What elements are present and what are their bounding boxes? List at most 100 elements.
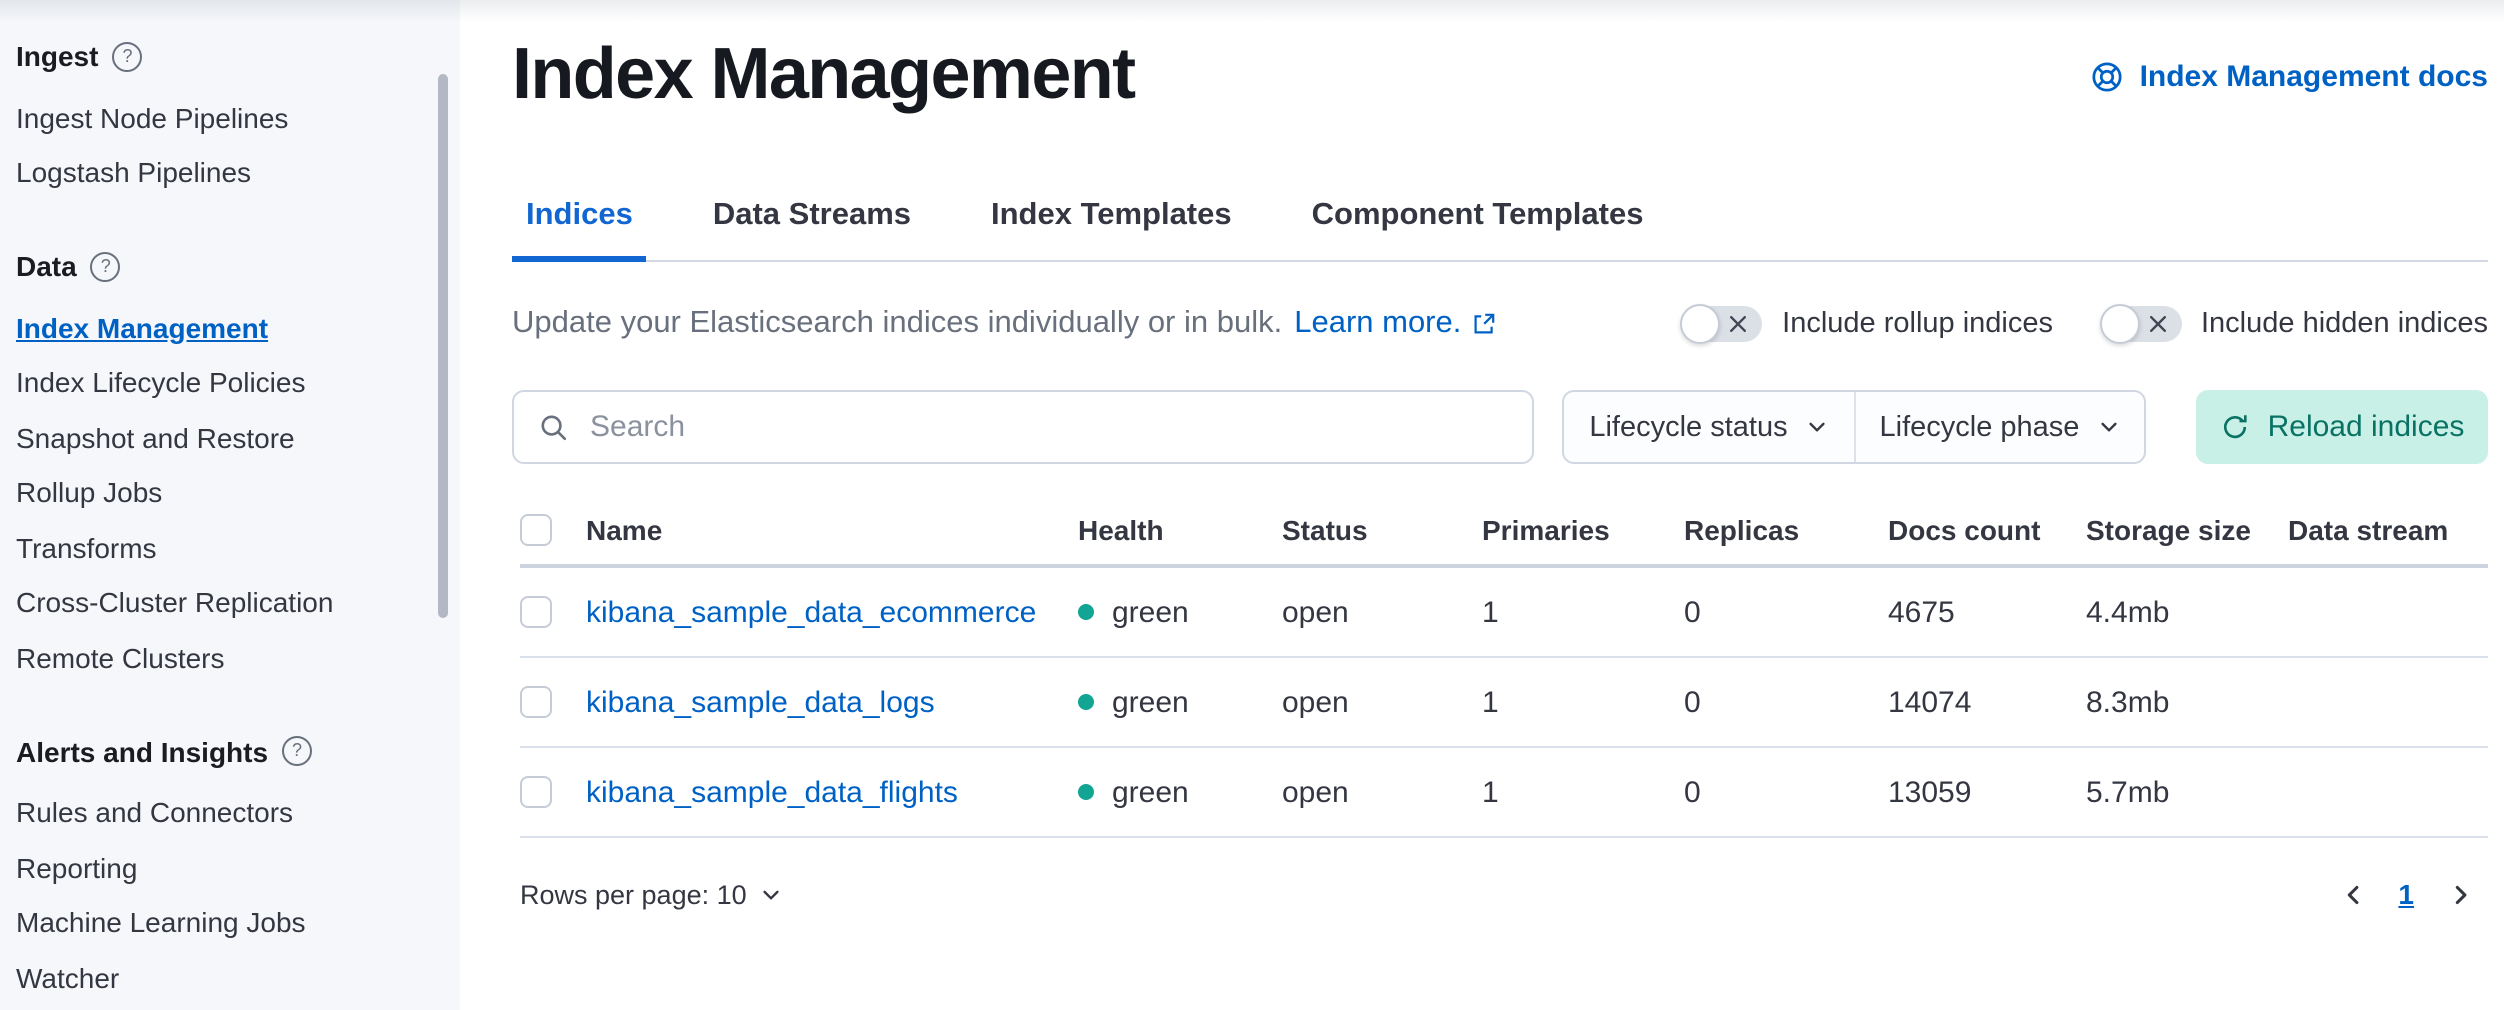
filter-label: Lifecycle phase [1880,411,2080,443]
tab-data-streams[interactable]: Data Streams [699,198,925,260]
refresh-icon [2220,412,2250,442]
external-link-icon [1471,312,1495,336]
page-number-1[interactable]: 1 [2398,878,2414,910]
index-name-link[interactable]: kibana_sample_data_logs [586,685,1078,719]
search-input[interactable] [514,392,1532,462]
sidebar-item-transforms[interactable]: Transforms [16,520,444,575]
row-checkbox[interactable] [520,776,552,808]
next-page-button[interactable] [2444,876,2476,912]
lifecycle-status-filter-button[interactable]: Lifecycle status [1564,392,1855,462]
switch-thumb [1680,304,1720,344]
learn-more-link[interactable]: Learn more. [1294,306,1495,342]
sidebar-item-watcher[interactable]: Watcher [16,950,444,1005]
health-cell: green [1078,685,1282,719]
sidebar-item-rules-and-connectors[interactable]: Rules and Connectors [16,785,444,840]
index-name-link[interactable]: kibana_sample_data_flights [586,775,1078,809]
help-icon [91,251,121,281]
sidebar-heading-ingest: Ingest [16,36,444,76]
description-row: Update your Elasticsearch indices indivi… [512,306,2488,342]
search-box [512,390,1534,464]
previous-page-button[interactable] [2336,876,2368,912]
controls-row: Lifecycle status Lifecycle phase [512,390,2488,464]
tab-component-templates[interactable]: Component Templates [1298,198,1658,260]
index-management-page: Ingest Ingest Node Pipelines Logstash Pi… [0,0,2504,1010]
status-cell: open [1282,685,1482,719]
hidden-indices-switch[interactable] [2101,306,2181,342]
docs-count-cell: 13059 [1888,775,2086,809]
storage-size-cell: 4.4mb [2086,595,2288,629]
sidebar-scrollbar[interactable] [438,74,448,618]
chevron-left-icon [2339,881,2365,907]
column-header-replicas: Replicas [1684,514,1888,546]
column-header-data-stream: Data stream [2288,514,2488,546]
chevron-down-icon [761,883,783,905]
sidebar-item-remote-clusters[interactable]: Remote Clusters [16,630,444,685]
health-label: green [1112,595,1189,629]
rollup-indices-switch[interactable] [1682,306,1762,342]
toggle-label: Include rollup indices [1782,308,2053,340]
status-cell: open [1282,775,1482,809]
health-cell: green [1078,775,1282,809]
sidebar-section-ingest: Ingest Ingest Node Pipelines Logstash Pi… [16,36,444,200]
tab-index-templates[interactable]: Index Templates [977,198,1246,260]
lifecycle-phase-filter-button[interactable]: Lifecycle phase [1855,392,2144,462]
sidebar-item-snapshot-and-restore[interactable]: Snapshot and Restore [16,410,444,465]
docs-link[interactable]: Index Management docs [2090,60,2488,94]
sidebar-item-machine-learning-jobs[interactable]: Machine Learning Jobs [16,895,444,950]
sidebar-heading-data: Data [16,246,444,286]
select-all-checkbox[interactable] [520,514,552,546]
table-footer: Rows per page: 10 1 [520,876,2488,912]
column-header-health: Health [1078,514,1282,546]
sidebar: Ingest Ingest Node Pipelines Logstash Pi… [0,0,460,1010]
help-lifering-icon [2090,60,2124,94]
table-header-row: Name Health Status Primaries Replicas Do… [520,496,2488,568]
sidebar-item-index-lifecycle-policies[interactable]: Index Lifecycle Policies [16,355,444,410]
primaries-cell: 1 [1482,775,1684,809]
row-checkbox[interactable] [520,596,552,628]
filter-label: Lifecycle status [1589,411,1787,443]
sidebar-section-data: Data Index Management Index Lifecycle Po… [16,246,444,685]
sidebar-item-logstash-pipelines[interactable]: Logstash Pipelines [16,145,444,200]
docs-count-cell: 14074 [1888,685,2086,719]
rows-per-page-label: Rows per page: 10 [520,879,747,909]
sidebar-item-rollup-jobs[interactable]: Rollup Jobs [16,465,444,520]
replicas-cell: 0 [1684,775,1888,809]
primaries-cell: 1 [1482,595,1684,629]
sidebar-item-ingest-node-pipelines[interactable]: Ingest Node Pipelines [16,90,444,145]
sidebar-heading-label: Data [16,250,77,282]
column-header-storage-size: Storage size [2086,514,2288,546]
health-cell: green [1078,595,1282,629]
sidebar-section-alerts-and-insights: Alerts and Insights Rules and Connectors… [16,731,444,1005]
health-label: green [1112,685,1189,719]
index-name-link[interactable]: kibana_sample_data_ecommerce [586,595,1078,629]
health-green-dot-icon [1078,784,1094,800]
table-row: kibana_sample_data_ecommerce green open … [520,568,2488,658]
rows-per-page-button[interactable]: Rows per page: 10 [520,879,783,909]
reload-indices-label: Reload indices [2268,410,2465,444]
help-icon [112,41,142,71]
switch-thumb [2099,304,2139,344]
sidebar-item-cross-cluster-replication[interactable]: Cross-Cluster Replication [16,575,444,630]
storage-size-cell: 5.7mb [2086,775,2288,809]
column-header-status: Status [1282,514,1482,546]
sidebar-item-reporting[interactable]: Reporting [16,840,444,895]
page-title: Index Management [512,28,1135,118]
chevron-right-icon [2447,881,2473,907]
column-header-docs-count: Docs count [1888,514,2086,546]
sidebar-item-index-management[interactable]: Index Management [16,300,444,355]
row-checkbox[interactable] [520,686,552,718]
switch-off-x-icon [1728,314,1748,334]
learn-more-label: Learn more. [1294,306,1461,342]
tab-indices[interactable]: Indices [512,198,647,260]
toggle-include-hidden-indices: Include hidden indices [2101,306,2488,342]
reload-indices-button[interactable]: Reload indices [2196,390,2488,464]
docs-link-label: Index Management docs [2140,60,2488,94]
toggle-group: Include rollup indices Include hidden in… [1634,306,2488,342]
page-header: Index Management Index Management docs [512,0,2488,118]
health-label: green [1112,775,1189,809]
health-green-dot-icon [1078,694,1094,710]
toggle-label: Include hidden indices [2201,308,2488,340]
sidebar-heading-alerts-and-insights: Alerts and Insights [16,731,444,771]
indices-table: Name Health Status Primaries Replicas Do… [520,496,2488,838]
storage-size-cell: 8.3mb [2086,685,2288,719]
